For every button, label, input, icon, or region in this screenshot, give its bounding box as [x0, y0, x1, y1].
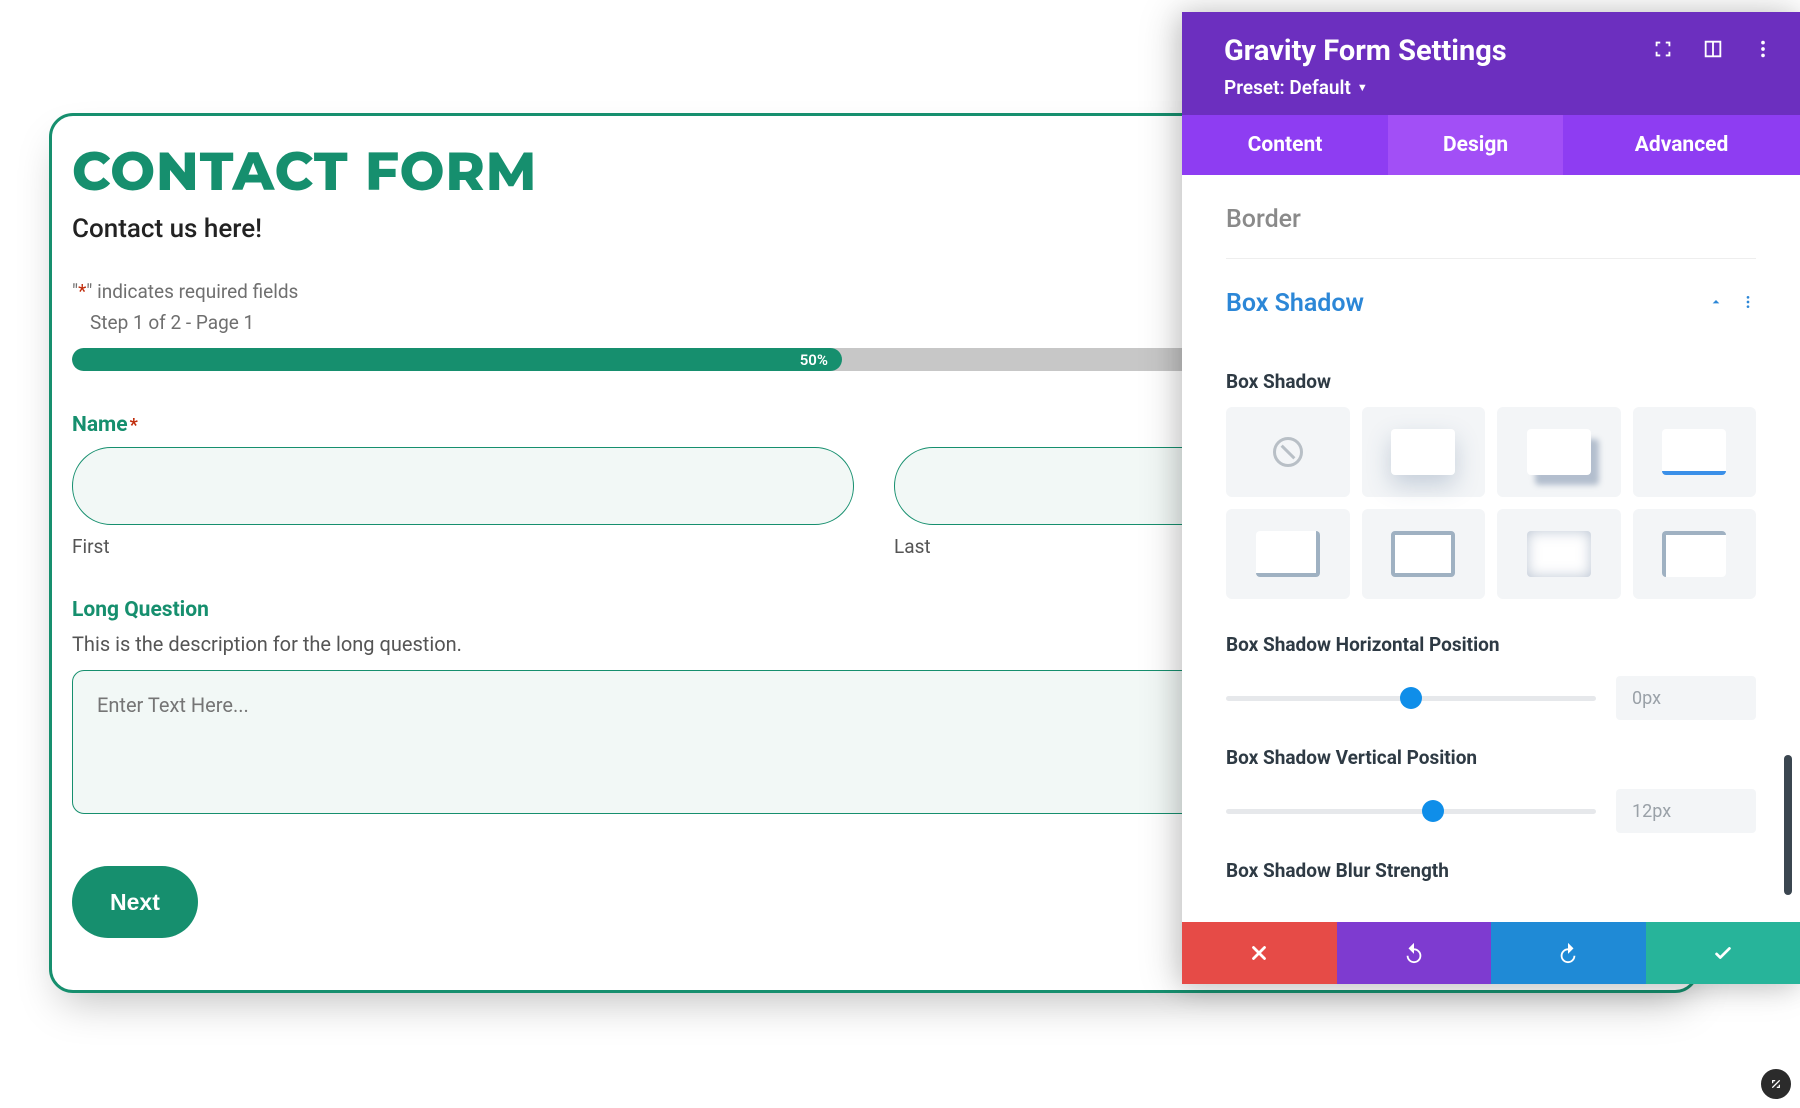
- more-icon[interactable]: [1740, 294, 1756, 314]
- slider-vertical[interactable]: [1226, 809, 1596, 814]
- shadow-preset-grid: [1226, 407, 1756, 599]
- slider-blur-label: Box Shadow Blur Strength: [1226, 859, 1756, 882]
- close-button[interactable]: [1182, 922, 1337, 984]
- panel-title: Gravity Form Settings: [1224, 34, 1507, 68]
- slider-horizontal[interactable]: [1226, 696, 1596, 701]
- next-button[interactable]: Next: [72, 866, 198, 938]
- progress-pct: 50%: [800, 351, 828, 369]
- slider-thumb[interactable]: [1422, 800, 1444, 822]
- shadow-preset-underline[interactable]: [1633, 407, 1757, 497]
- action-bar: [1182, 922, 1800, 984]
- slider-horizontal-value[interactable]: 0px: [1616, 676, 1756, 720]
- section-box-shadow[interactable]: Box Shadow: [1226, 259, 1756, 342]
- tab-bar: Content Design Advanced: [1182, 115, 1800, 175]
- settings-panel: Gravity Form Settings Preset: Default▼ C…: [1182, 12, 1800, 984]
- preset-selector[interactable]: Preset: Default▼: [1224, 76, 1368, 99]
- tab-design[interactable]: Design: [1388, 115, 1563, 175]
- resize-icon: [1768, 1076, 1784, 1092]
- slider-vertical-value[interactable]: 12px: [1616, 789, 1756, 833]
- shadow-preset-none[interactable]: [1226, 407, 1350, 497]
- undo-icon: [1403, 942, 1425, 964]
- undo-button[interactable]: [1337, 922, 1492, 984]
- tab-advanced[interactable]: Advanced: [1563, 115, 1800, 175]
- first-name-input[interactable]: [72, 447, 854, 525]
- close-icon: [1248, 942, 1270, 964]
- panel-body: Border Box Shadow Box Shadow Box Shadow …: [1182, 175, 1800, 922]
- more-icon[interactable]: [1752, 38, 1774, 64]
- resize-handle[interactable]: [1758, 1066, 1794, 1102]
- shadow-preset-corner[interactable]: [1226, 509, 1350, 599]
- redo-button[interactable]: [1491, 922, 1646, 984]
- first-name-sublabel: First: [72, 535, 854, 558]
- progress-fill: 50%: [72, 348, 842, 371]
- slider-vertical-label: Box Shadow Vertical Position: [1226, 746, 1756, 769]
- expand-icon[interactable]: [1652, 38, 1674, 64]
- slider-horizontal-label: Box Shadow Horizontal Position: [1226, 633, 1756, 656]
- layout-icon[interactable]: [1702, 38, 1724, 64]
- shadow-preset-inset[interactable]: [1497, 509, 1621, 599]
- box-shadow-label: Box Shadow: [1226, 370, 1756, 393]
- tab-content[interactable]: Content: [1182, 115, 1388, 175]
- scrollbar-thumb[interactable]: [1784, 755, 1792, 895]
- save-button[interactable]: [1646, 922, 1800, 984]
- panel-header: Gravity Form Settings Preset: Default▼: [1182, 12, 1800, 115]
- shadow-preset-topleft[interactable]: [1633, 509, 1757, 599]
- shadow-preset-outline[interactable]: [1362, 509, 1486, 599]
- check-icon: [1712, 942, 1734, 964]
- shadow-preset-soft[interactable]: [1362, 407, 1486, 497]
- slider-thumb[interactable]: [1400, 687, 1422, 709]
- section-border[interactable]: Border: [1226, 175, 1756, 259]
- shadow-preset-drop[interactable]: [1497, 407, 1621, 497]
- chevron-down-icon: ▼: [1357, 81, 1368, 94]
- redo-icon: [1557, 942, 1579, 964]
- none-icon: [1273, 437, 1303, 467]
- chevron-up-icon: [1708, 294, 1724, 314]
